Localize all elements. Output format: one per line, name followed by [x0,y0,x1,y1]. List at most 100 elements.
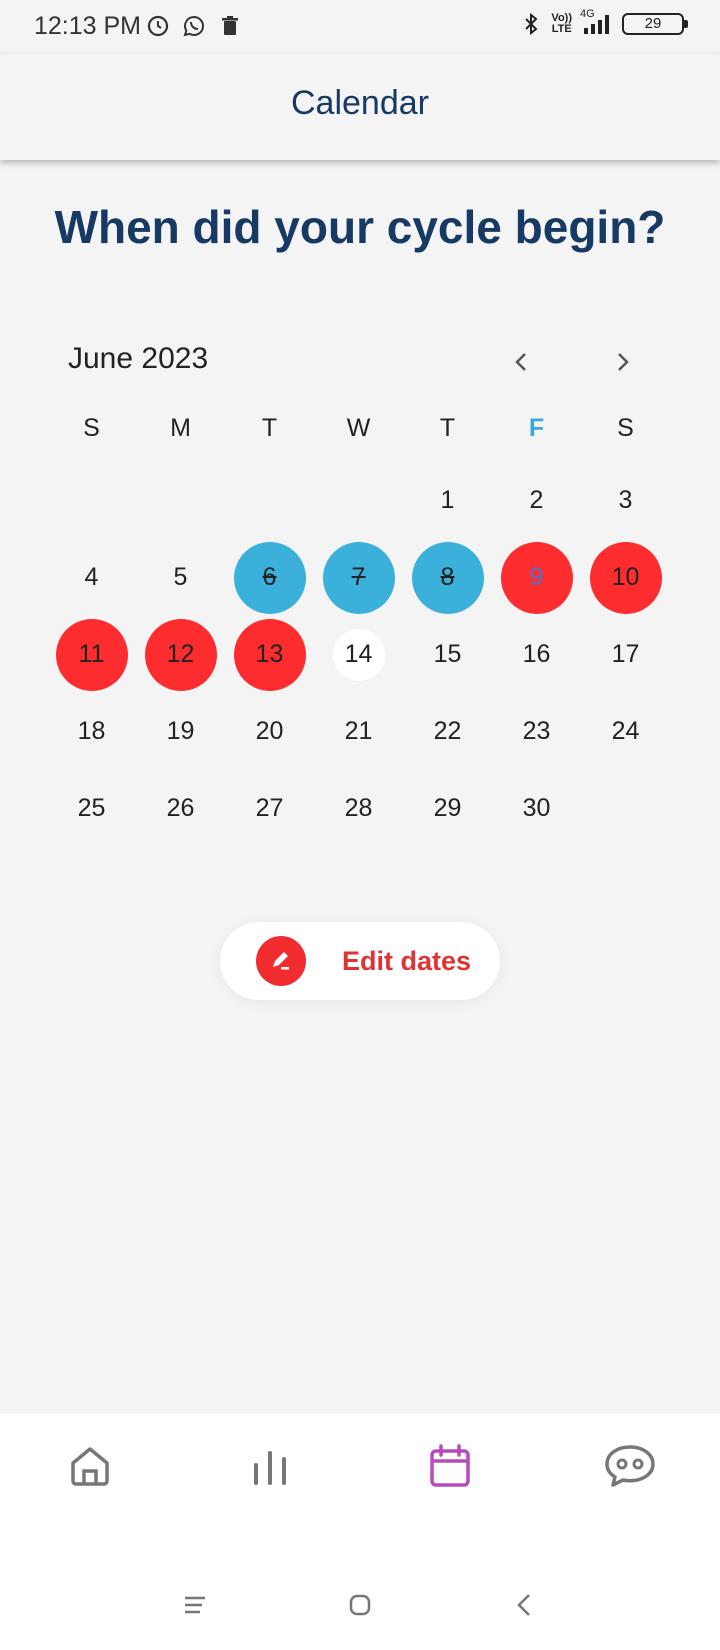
calendar-day-15[interactable]: 15 [403,616,492,693]
calendar-day-20[interactable]: 20 [225,693,314,770]
calendar-day-2[interactable]: 2 [492,462,581,539]
chevron-left-icon [515,353,526,371]
calendar-week-row: 1 2 3 [47,462,670,539]
next-month-button[interactable] [605,345,639,379]
calendar-day-14[interactable]: 14 [314,616,403,693]
day-number: 18 [77,717,106,745]
calendar-day-25[interactable]: 25 [47,770,136,847]
calendar-day-10[interactable]: 10 [581,539,670,616]
home-icon [71,1447,109,1486]
calendar-day-13[interactable]: 13 [225,616,314,693]
calendar-day-26[interactable]: 26 [136,770,225,847]
home-square-icon[interactable] [345,1590,375,1620]
calendar-day-12[interactable]: 12 [136,616,225,693]
day-number: 8 [411,541,484,614]
calendar-day-17[interactable]: 17 [581,616,670,693]
calendar-day-1[interactable]: 1 [403,462,492,539]
tab-home[interactable] [60,1436,120,1496]
app-bar: Calendar [0,54,720,160]
tab-calendar[interactable] [420,1436,480,1496]
day-number: 5 [173,563,188,591]
day-number: 16 [522,640,551,668]
day-number: 2 [529,486,544,514]
day-number: 19 [166,717,195,745]
calendar-day-7[interactable]: 7 [314,539,403,616]
day-number: 24 [611,717,640,745]
status-bar: 12:13 PM Vo)) LTE 4G 29 [0,0,720,54]
calendar-day-6[interactable]: 6 [225,539,314,616]
chat-icon [605,1445,655,1487]
day-number: 28 [344,794,373,822]
calendar-week-row: 25 26 27 28 29 30 [47,770,670,847]
calendar-day-4[interactable]: 4 [47,539,136,616]
trash-icon [218,14,242,38]
tab-stats[interactable] [240,1436,300,1496]
calendar-day-27[interactable]: 27 [225,770,314,847]
weekday-label: F [528,414,545,442]
page-title: Calendar [291,84,429,122]
empty-day-cell [47,462,136,539]
calendar-day-19[interactable]: 19 [136,693,225,770]
volte-icon: Vo)) LTE [551,12,572,35]
calendar-day-29[interactable]: 29 [403,770,492,847]
calendar-day-8[interactable]: 8 [403,539,492,616]
empty-day-cell [581,770,670,847]
previous-month-button[interactable] [505,345,539,379]
calendar-day-30[interactable]: 30 [492,770,581,847]
day-number: 9 [500,541,573,614]
pencil-icon [256,936,306,986]
calendar-day-9[interactable]: 9 [492,539,581,616]
calendar-day-21[interactable]: 21 [314,693,403,770]
month-label: June 2023 [68,342,209,375]
day-number: 26 [166,794,195,822]
tab-chat[interactable] [600,1436,660,1496]
cycle-question-heading: When did your cycle begin? [54,201,666,253]
whatsapp-icon [182,14,206,38]
calendar-day-16[interactable]: 16 [492,616,581,693]
day-number: 29 [433,794,462,822]
day-number: 20 [255,717,284,745]
day-number: 21 [344,717,373,745]
edit-dates-label: Edit dates [342,945,472,976]
calendar-day-24[interactable]: 24 [581,693,670,770]
calendar-day-28[interactable]: 28 [314,770,403,847]
empty-day-cell [225,462,314,539]
edit-dates-button[interactable]: Edit dates [220,922,500,1000]
calendar-grid: 1 2 3 4 5 6 7 8 9 10 11 12 13 14 15 16 17 18 19 20 21 22 23 24 2… [47,462,670,847]
empty-day-cell [136,462,225,539]
day-number: 3 [618,486,633,514]
empty-day-cell [314,462,403,539]
weekday-label: S [617,414,634,442]
day-number: 22 [433,717,462,745]
calendar-day-3[interactable]: 3 [581,462,670,539]
calendar-day-23[interactable]: 23 [492,693,581,770]
day-number: 15 [433,640,462,668]
day-number: 25 [77,794,106,822]
calendar-week-row: 11 12 13 14 15 16 17 [47,616,670,693]
alarm-icon [146,14,170,38]
bluetooth-icon [519,12,543,36]
weekday-label: M [170,414,191,442]
calendar-day-11[interactable]: 11 [47,616,136,693]
day-number: 1 [440,486,455,514]
day-number: 10 [589,541,662,614]
day-number: 12 [144,618,217,691]
day-number: 17 [611,640,640,668]
calendar-icon [430,1444,470,1487]
calendar-day-18[interactable]: 18 [47,693,136,770]
weekday-label: S [83,414,100,442]
day-number: 23 [522,717,551,745]
calendar-week-row: 18 19 20 21 22 23 24 [47,693,670,770]
day-number: 14 [332,628,385,681]
battery-icon: 29 [622,13,688,35]
weekday-label: W [346,414,371,442]
menu-icon[interactable] [180,1590,210,1620]
calendar-week-row: 4 5 6 7 8 9 10 [47,539,670,616]
calendar-day-5[interactable]: 5 [136,539,225,616]
weekday-header: SMTWTFS [47,414,670,443]
back-icon[interactable] [510,1590,540,1620]
system-navigation-bar [0,1580,720,1630]
signal-icon: 4G [580,8,614,36]
calendar-day-22[interactable]: 22 [403,693,492,770]
day-number: 4 [84,563,99,591]
